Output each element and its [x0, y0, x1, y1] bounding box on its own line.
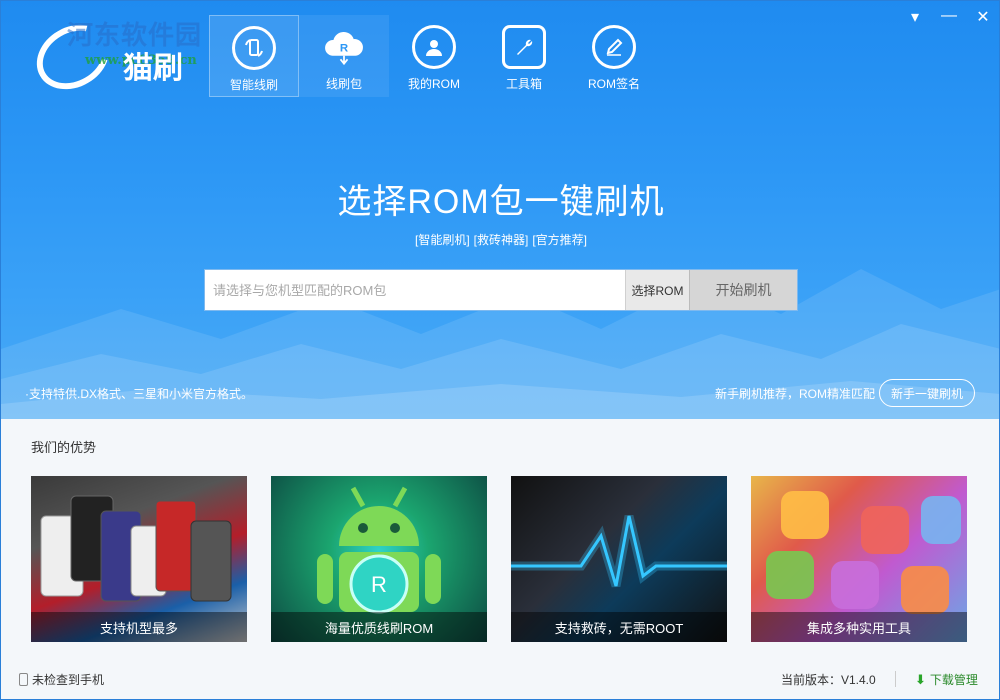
advantage-card-rom: R 海量优质线刷ROM — [271, 476, 487, 642]
beginner-flash-button[interactable]: 新手一键刷机 — [879, 379, 975, 407]
app-window: 河东软件园 www.pc0359.cn 猫刷 智能线刷 R 线刷包 我的ROM … — [0, 0, 1000, 700]
rom-search-input[interactable] — [205, 270, 625, 310]
download-manager-link[interactable]: ⬇ 下载管理 — [915, 671, 978, 688]
advantages-title: 我们的优势 — [31, 440, 97, 455]
nav-label: 智能线刷 — [229, 78, 278, 92]
choose-rom-button[interactable]: 选择ROM — [625, 270, 689, 310]
user-icon — [412, 25, 456, 69]
phone-refresh-icon — [232, 26, 276, 70]
nav-label: ROM签名 — [588, 77, 640, 91]
nav-label: 工具箱 — [505, 77, 542, 91]
nav-rom-package[interactable]: R 线刷包 — [299, 15, 389, 97]
link-official[interactable]: [官方推荐] — [532, 233, 587, 247]
phone-status: 未检查到手机 — [19, 671, 104, 688]
watermark: 河东软件园 www.pc0359.cn 猫刷 — [5, 7, 215, 102]
phone-icon — [19, 673, 28, 686]
start-flash-button[interactable]: 开始刷机 — [689, 270, 797, 310]
nav-rom-signature[interactable]: ROM签名 — [569, 15, 659, 97]
download-icon: ⬇ — [915, 671, 926, 687]
status-bar: 未检查到手机 当前版本：V1.4.0 ⬇ 下载管理 — [1, 667, 999, 699]
pen-icon — [592, 25, 636, 69]
svg-text:R: R — [340, 42, 349, 54]
hero-headline: 选择ROM包一键刷机 — [337, 183, 665, 221]
rom-search-bar: 选择ROM 开始刷机 — [204, 269, 798, 311]
hero-sublinks: [智能刷机] [救砖神器] [官方推荐] — [1, 231, 999, 248]
nav-smart-flash[interactable]: 智能线刷 — [209, 15, 299, 97]
rom-cloud-icon: R — [322, 25, 366, 69]
advantage-card-tools: 集成多种实用工具 — [751, 476, 967, 642]
phone-status-text: 未检查到手机 — [32, 673, 105, 687]
card-caption: 海量优质线刷ROM — [271, 612, 487, 642]
card-caption: 支持救砖，无需ROOT — [511, 612, 727, 642]
advantage-cards: 支持机型最多 R 海量优质线刷ROM 支持救砖，无需ROOT 集成多种实用工具 — [31, 476, 967, 642]
hero-banner: 河东软件园 www.pc0359.cn 猫刷 智能线刷 R 线刷包 我的ROM … — [1, 1, 999, 419]
advantages-section: 我们的优势 支持机型最多 R 海量优质线刷ROM 支持救砖，无需ROOT 集成多… — [1, 419, 999, 699]
app-logo-text: 猫刷 — [123, 52, 183, 85]
nav-label: 线刷包 — [325, 77, 362, 91]
footer-divider — [895, 671, 896, 687]
wrench-icon — [502, 25, 546, 69]
download-manager-label: 下载管理 — [929, 673, 978, 687]
advantage-card-devices: 支持机型最多 — [31, 476, 247, 642]
advantage-card-unbrick: 支持救砖，无需ROOT — [511, 476, 727, 642]
svg-text:R: R — [371, 572, 387, 597]
nav-label: 我的ROM — [408, 77, 460, 91]
top-nav: 智能线刷 R 线刷包 我的ROM 工具箱 ROM签名 — [209, 15, 659, 97]
version-label: 当前版本：V1.4.0 — [781, 673, 876, 687]
link-smart-flash[interactable]: [智能刷机] — [415, 233, 470, 247]
card-caption: 集成多种实用工具 — [751, 612, 967, 642]
close-icon[interactable]: ✕ — [975, 7, 991, 27]
format-support-text: ·支持特供.DX格式、三星和小米官方格式。 — [25, 387, 254, 401]
menu-dropdown-icon[interactable]: ▾ — [907, 7, 923, 27]
recommend-text: 新手刷机推荐，ROM精准匹配 — [715, 387, 875, 401]
link-unbrick[interactable]: [救砖神器] — [474, 233, 529, 247]
nav-my-rom[interactable]: 我的ROM — [389, 15, 479, 97]
window-controls: ▾ — ✕ — [907, 7, 991, 27]
card-caption: 支持机型最多 — [31, 612, 247, 642]
nav-toolbox[interactable]: 工具箱 — [479, 15, 569, 97]
minimize-icon[interactable]: — — [941, 7, 957, 27]
